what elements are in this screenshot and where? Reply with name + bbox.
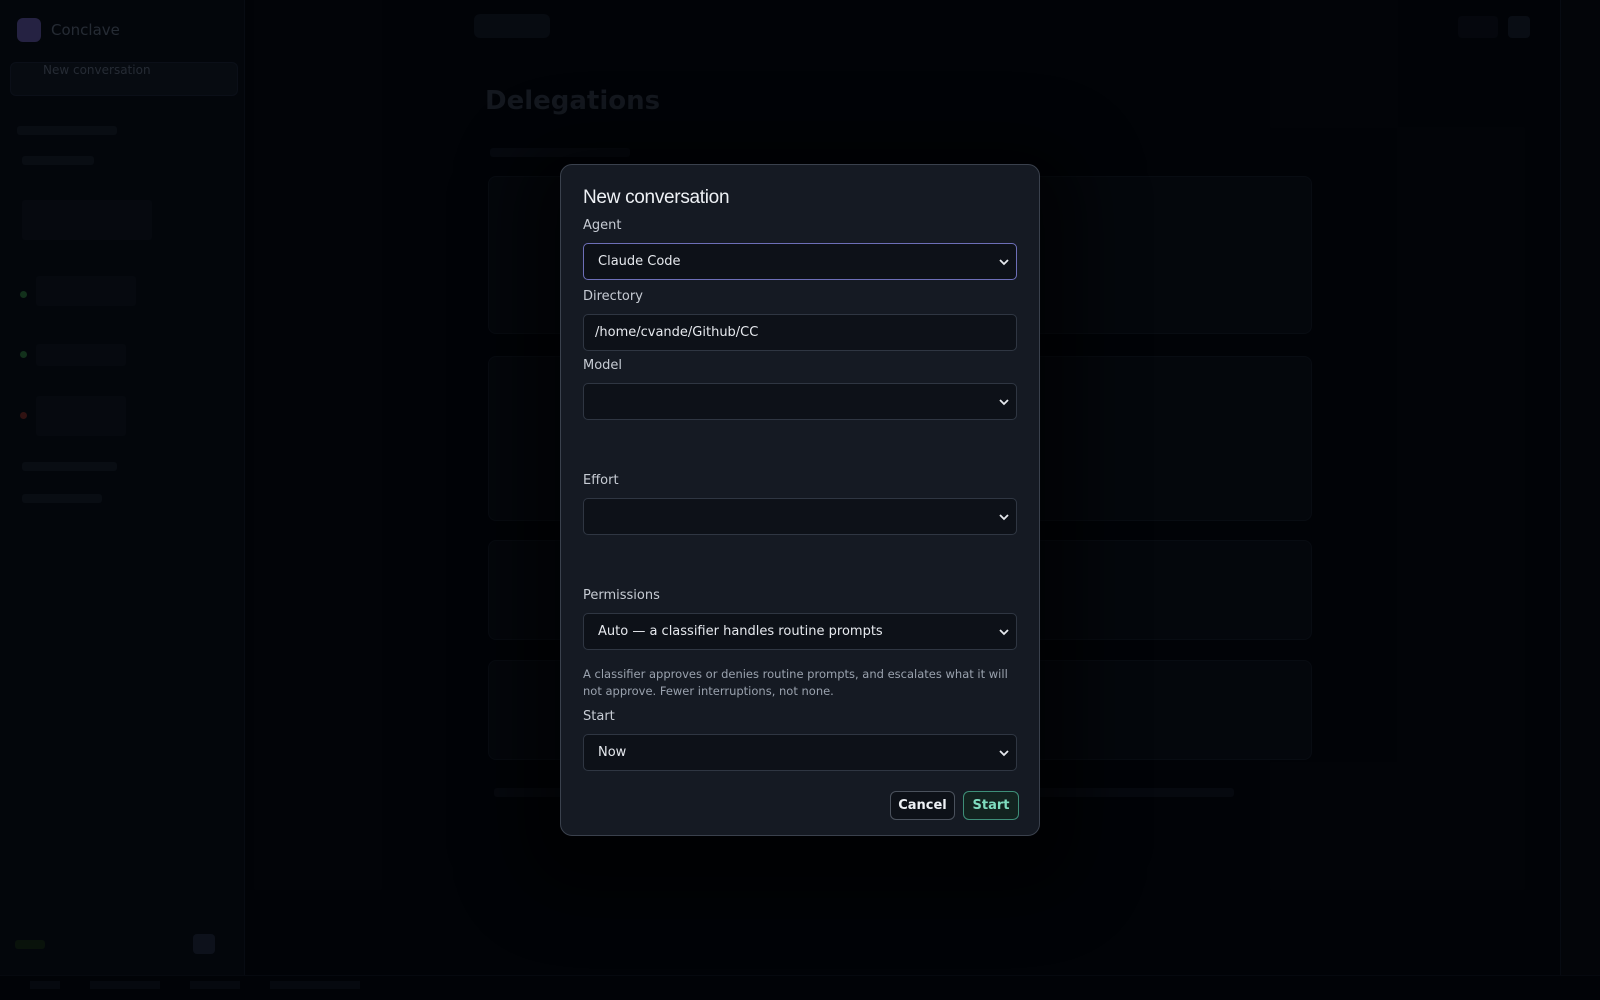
directory-input[interactable]: /home/cvande/Github/CC xyxy=(583,314,1017,351)
permissions-select[interactable]: Auto — a classifier handles routine prom… xyxy=(583,613,1017,650)
agent-label: Agent xyxy=(583,218,622,233)
chevron-down-icon xyxy=(999,629,1009,636)
chevron-down-icon xyxy=(999,399,1009,406)
chevron-down-icon xyxy=(999,750,1009,757)
chevron-down-icon xyxy=(999,514,1009,521)
permissions-label: Permissions xyxy=(583,588,660,603)
effort-select[interactable] xyxy=(583,498,1017,535)
effort-label: Effort xyxy=(583,473,619,488)
directory-input-value: /home/cvande/Github/CC xyxy=(595,325,759,340)
directory-label: Directory xyxy=(583,289,643,304)
permissions-help-text: A classifier approves or denies routine … xyxy=(583,667,1008,698)
chevron-down-icon xyxy=(999,259,1009,266)
start-select[interactable]: Now xyxy=(583,734,1017,771)
model-label: Model xyxy=(583,358,623,373)
start-label: Start xyxy=(583,709,615,724)
model-select[interactable] xyxy=(583,383,1017,420)
cancel-button[interactable]: Cancel xyxy=(890,791,955,820)
agent-select[interactable]: Claude Code xyxy=(583,243,1017,280)
agent-select-value: Claude Code xyxy=(598,254,681,269)
dialog-title: New conversation xyxy=(583,187,730,208)
new-conversation-dialog: New conversation Agent Claude Code Direc… xyxy=(560,164,1040,836)
start-select-value: Now xyxy=(598,745,627,760)
start-button[interactable]: Start xyxy=(963,791,1019,820)
permissions-select-value: Auto — a classifier handles routine prom… xyxy=(598,624,883,639)
